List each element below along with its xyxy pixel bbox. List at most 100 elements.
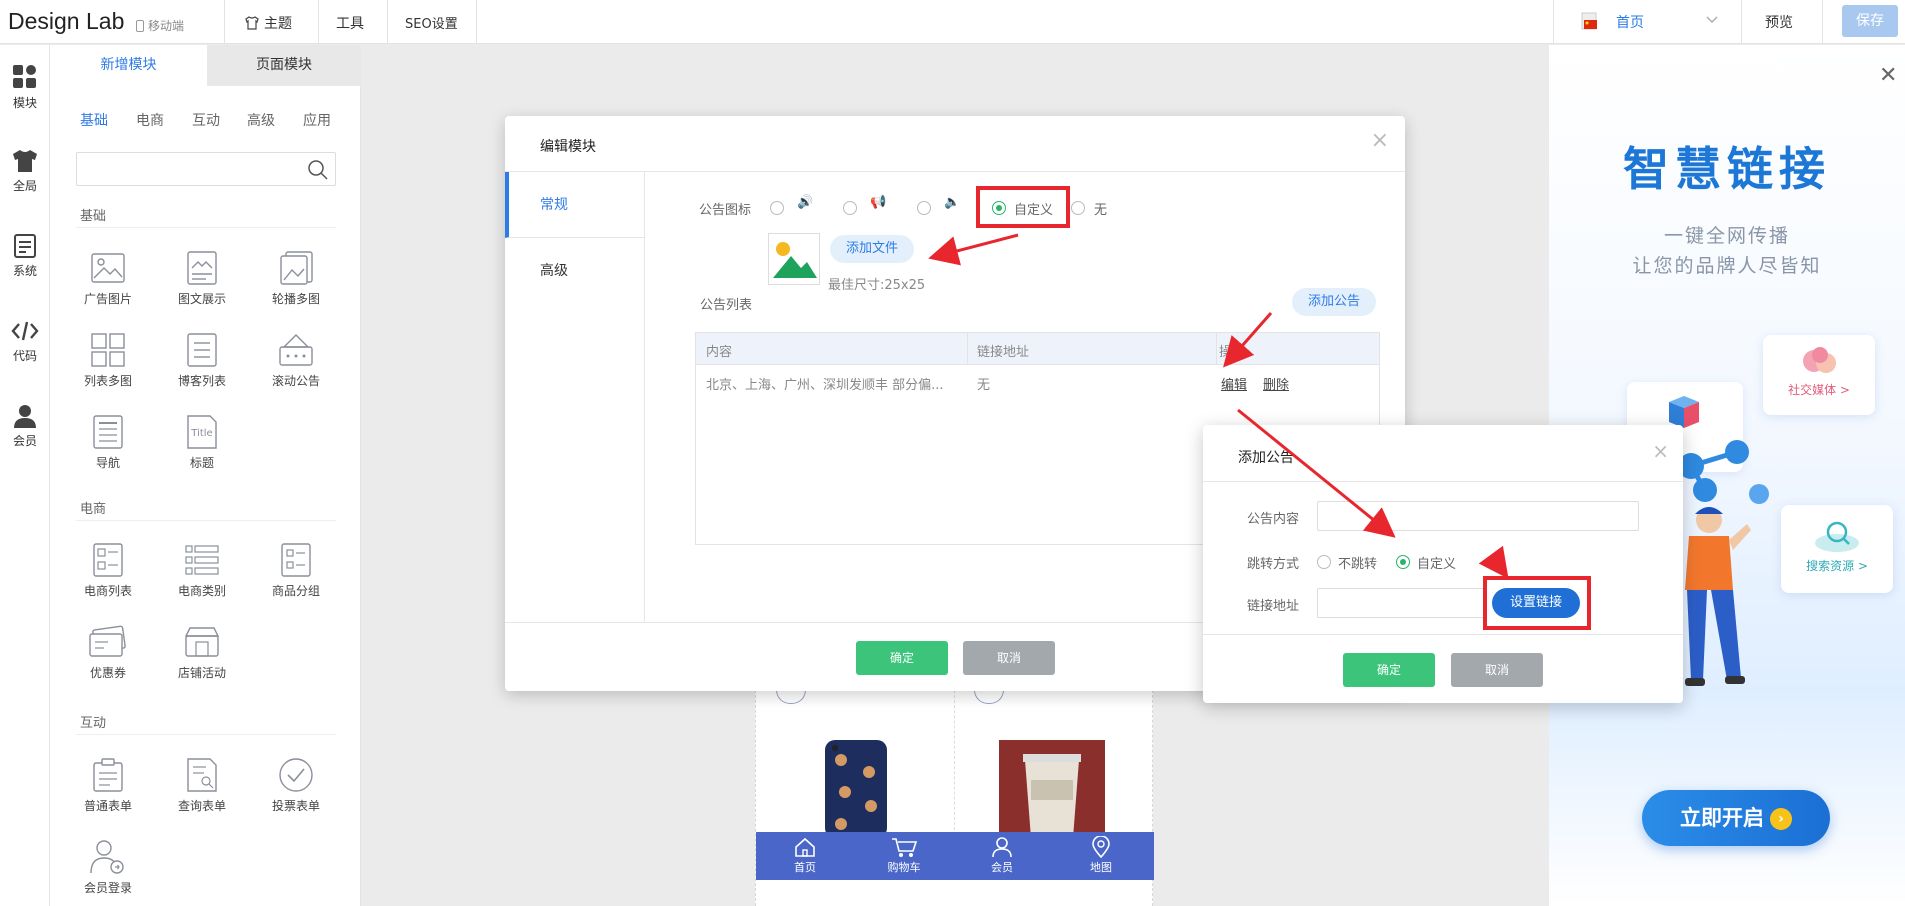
module-carousel[interactable]: 轮播多图 xyxy=(258,250,334,307)
divider xyxy=(1203,634,1683,635)
product-image-phone-case[interactable] xyxy=(825,740,887,838)
rail-item-code[interactable]: 代码 xyxy=(0,318,50,364)
modules-icon xyxy=(13,65,36,88)
icon-option-radio-3[interactable] xyxy=(917,201,931,215)
module-blog-list[interactable]: 博客列表 xyxy=(164,332,240,389)
divider xyxy=(387,0,388,44)
jump-custom-radio[interactable] xyxy=(1396,555,1410,569)
tab-advanced[interactable]: 高级 xyxy=(505,238,644,304)
divider xyxy=(318,0,319,44)
subtab-advanced[interactable]: 高级 xyxy=(247,110,275,130)
icon-option-radio-2[interactable] xyxy=(843,201,857,215)
module-ecommerce-category[interactable]: 电商类别 xyxy=(164,542,240,599)
jump-custom-label: 自定义 xyxy=(1417,557,1457,572)
tab-add-module[interactable]: 新增模块 xyxy=(50,45,207,86)
form-icon xyxy=(93,758,123,792)
coupon-icon xyxy=(89,625,126,657)
theme-menu[interactable]: 主题 xyxy=(244,13,292,33)
cancel-button[interactable]: 取消 xyxy=(1451,653,1543,687)
product-image-milk-tea[interactable] xyxy=(999,740,1105,838)
module-search-input[interactable] xyxy=(76,152,336,186)
bear-pattern-image xyxy=(832,745,877,830)
notice-content-input[interactable] xyxy=(1317,501,1639,531)
module-scroll-notice[interactable]: 滚动公告 xyxy=(258,332,334,389)
confirm-button[interactable]: 确定 xyxy=(856,641,948,675)
mobile-switch[interactable]: 移动端 xyxy=(136,17,184,34)
card-social-media[interactable]: 社交媒体 > xyxy=(1763,335,1875,415)
module-title[interactable]: Title 标题 xyxy=(164,414,240,471)
module-list-images[interactable]: 列表多图 xyxy=(70,332,146,389)
module-navigation[interactable]: 导航 xyxy=(70,414,146,471)
delete-link[interactable]: 删除 xyxy=(1263,374,1289,393)
phone-nav-cart[interactable]: 购物车 xyxy=(874,836,934,875)
add-file-button[interactable]: 添加文件 xyxy=(830,235,915,263)
divider xyxy=(476,0,477,44)
promo-title: 智慧链接 xyxy=(1623,142,1831,196)
rail-item-member[interactable]: 会员 xyxy=(0,403,50,449)
navigation-icon xyxy=(93,415,123,449)
start-now-button[interactable]: 立即开启 › xyxy=(1642,790,1830,846)
list-icon xyxy=(187,333,217,367)
confirm-button[interactable]: 确定 xyxy=(1343,653,1435,687)
cart-icon xyxy=(892,838,918,857)
save-button[interactable]: 保存 xyxy=(1842,5,1898,37)
add-notice-button[interactable]: 添加公告 xyxy=(1292,288,1377,316)
close-icon[interactable]: ✕ xyxy=(1879,63,1897,88)
china-flag-icon xyxy=(1581,12,1597,30)
module-coupon[interactable]: 优惠券 xyxy=(70,624,146,681)
divider xyxy=(954,690,955,830)
top-bar: Design Lab 移动端 主题 工具 SEO设置 首页 预览 保存 xyxy=(0,0,1905,44)
search-icon[interactable] xyxy=(307,159,329,181)
module-panel: 新增模块 页面模块 基础 电商 互动 高级 应用 基础 广告图片 图文展示 轮播… xyxy=(50,45,406,906)
icon-placeholder xyxy=(974,690,1004,704)
jump-none-radio[interactable] xyxy=(1317,555,1331,569)
module-member-login[interactable]: 会员登录 xyxy=(70,839,146,896)
content-label: 公告内容 xyxy=(1247,512,1300,527)
phone-nav-map[interactable]: 地图 xyxy=(1071,836,1131,875)
social-bubbles-icon xyxy=(1803,347,1836,373)
link-address-input[interactable] xyxy=(1317,588,1487,618)
tab-general[interactable]: 常规 xyxy=(505,172,644,238)
edit-link[interactable]: 编辑 xyxy=(1221,374,1247,393)
custom-icon-thumbnail[interactable] xyxy=(768,233,820,285)
tools-menu[interactable]: 工具 xyxy=(336,13,364,33)
cancel-button[interactable]: 取消 xyxy=(963,641,1055,675)
user-icon xyxy=(14,405,36,428)
module-store-event[interactable]: 店铺活动 xyxy=(164,624,240,681)
module-ad-image[interactable]: 广告图片 xyxy=(70,250,146,307)
annotation-highlight-box xyxy=(976,186,1070,228)
table-header: 内容 链接地址 操作 xyxy=(696,333,1379,365)
rail-item-modules[interactable]: 模块 xyxy=(0,63,50,111)
divider xyxy=(1741,0,1742,44)
subtab-interactive[interactable]: 互动 xyxy=(192,110,220,130)
icon-option-radio-1[interactable] xyxy=(770,201,784,215)
image-placeholder-icon xyxy=(773,242,817,278)
column-header-actions: 操作 xyxy=(1219,345,1246,360)
chevron-down-icon[interactable] xyxy=(1705,12,1719,26)
query-form-icon xyxy=(187,758,217,792)
phone-nav-member[interactable]: 会员 xyxy=(972,836,1032,875)
tab-page-module[interactable]: 页面模块 xyxy=(207,45,361,86)
document-icon xyxy=(14,234,36,258)
speaker-icon: 📢 xyxy=(870,195,887,210)
subtab-apps[interactable]: 应用 xyxy=(303,110,331,130)
close-icon[interactable]: × xyxy=(1371,128,1389,153)
module-text-image[interactable]: 图文展示 xyxy=(164,250,240,307)
module-query-form[interactable]: 查询表单 xyxy=(164,757,240,814)
subtab-basic[interactable]: 基础 xyxy=(80,110,108,130)
icon-option-radio-none[interactable] xyxy=(1071,201,1085,215)
divider xyxy=(76,520,336,521)
preview-button[interactable]: 预览 xyxy=(1765,12,1793,32)
seo-menu[interactable]: SEO设置 xyxy=(405,13,458,32)
subtab-ecommerce[interactable]: 电商 xyxy=(136,110,164,130)
svg-text:Title: Title xyxy=(190,428,212,439)
rail-item-global[interactable]: 全局 xyxy=(0,148,50,194)
module-vote-form[interactable]: 投票表单 xyxy=(258,757,334,814)
close-icon[interactable]: × xyxy=(1652,439,1669,463)
page-select[interactable]: 首页 xyxy=(1616,12,1644,32)
module-normal-form[interactable]: 普通表单 xyxy=(70,757,146,814)
rail-item-system[interactable]: 系统 xyxy=(0,233,50,279)
phone-nav-home[interactable]: 首页 xyxy=(775,836,835,875)
module-ecommerce-list[interactable]: 电商列表 xyxy=(70,542,146,599)
module-product-group[interactable]: 商品分组 xyxy=(258,542,334,599)
